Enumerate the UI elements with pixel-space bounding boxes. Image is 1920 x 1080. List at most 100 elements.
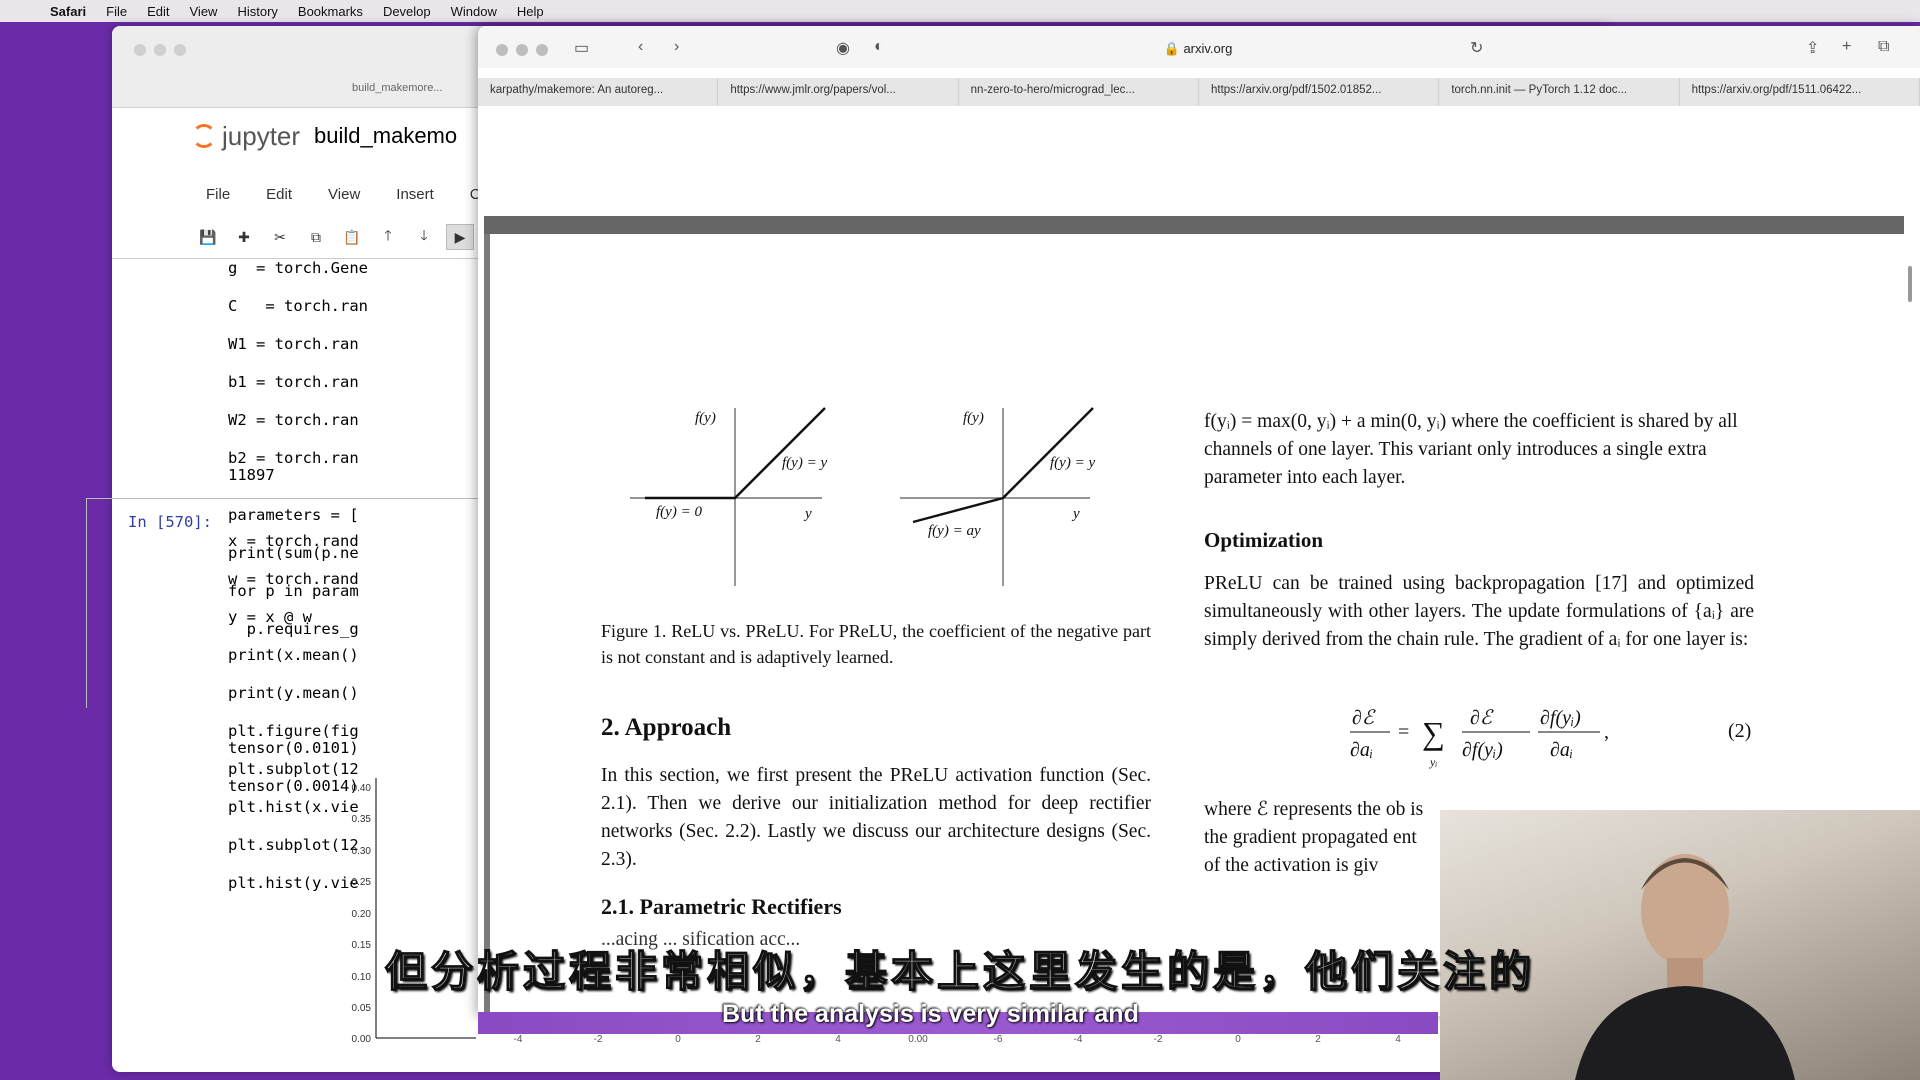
histogram-axis-overlay: -4 -2 0 2 4 0.00 -6 -4 -2 0 2 4	[478, 1034, 1438, 1052]
menu-help[interactable]: Help	[507, 4, 554, 19]
eq-glyph: ,	[1604, 721, 1609, 743]
menu-develop[interactable]: Develop	[373, 4, 441, 19]
url-text: arxiv.org	[1183, 41, 1233, 56]
hist-ytick: 0.00	[352, 1034, 372, 1045]
jupyter-header: jupyter build_makemo	[192, 110, 457, 162]
presenter-silhouette	[1575, 854, 1795, 1080]
menu-view[interactable]: View	[180, 4, 228, 19]
code-line: b1 = torch.ran	[228, 373, 359, 391]
axis-tick: -2	[593, 1034, 603, 1045]
tab-jmlr[interactable]: https://www.jmlr.org/papers/vol...	[718, 78, 959, 106]
paragraph: In this section, we first present the PR…	[601, 765, 1151, 870]
axis-tick: 2	[1315, 1034, 1321, 1045]
equation-number: (2)	[1728, 720, 1752, 742]
tab-arxiv-1511[interactable]: https://arxiv.org/pdf/1511.06422...	[1680, 78, 1920, 106]
code-line: C = torch.ran	[228, 297, 368, 315]
menu-safari[interactable]: Safari	[40, 4, 96, 19]
save-icon[interactable]: 💾	[194, 224, 222, 250]
code-line: W2 = torch.ran	[228, 411, 359, 429]
back-icon[interactable]: ‹	[638, 38, 643, 56]
move-down-icon[interactable]: 🡓	[410, 224, 438, 250]
shield-icon[interactable]: ◐	[874, 38, 884, 56]
move-up-icon[interactable]: 🡑	[374, 224, 402, 250]
axis-tick: 0	[1235, 1034, 1241, 1045]
notebook-name[interactable]: build_makemo	[314, 123, 457, 149]
eq-glyph: ∂aᵢ	[1350, 739, 1373, 761]
menu-history[interactable]: History	[227, 4, 287, 19]
minimize-dot[interactable]	[154, 44, 166, 56]
bookmarks-tabs-bar: karpathy/makemore: An autoreg... https:/…	[478, 78, 1920, 106]
axis-tick: -6	[993, 1034, 1003, 1045]
fig-label: f(y)	[963, 410, 984, 426]
jmenu-edit[interactable]: Edit	[266, 186, 292, 203]
jmenu-insert[interactable]: Insert	[396, 186, 434, 203]
new-tab-icon[interactable]: +	[1842, 38, 1851, 56]
url-bar[interactable]: 🔒 arxiv.org	[908, 36, 1488, 62]
equation-2: ∂ℰ ∂aᵢ = ∑ yᵢ ∂ℰ ∂f(yᵢ) ∂f(yᵢ) ∂aᵢ ,	[1350, 707, 1609, 769]
tab-arxiv-1502[interactable]: https://arxiv.org/pdf/1502.01852...	[1199, 78, 1440, 106]
jupyter-logo[interactable]: jupyter	[192, 121, 300, 152]
cell-prompt: In [570]:	[128, 513, 212, 531]
subtitle-english: But the analysis is very similar and	[722, 1000, 1139, 1028]
minimize-dot[interactable]	[516, 44, 528, 56]
code-line: w = torch.rand	[228, 570, 359, 588]
forward-icon[interactable]: ›	[674, 38, 679, 56]
eq-glyph: ∂f(yᵢ)	[1462, 739, 1503, 761]
paragraph: PReLU can be trained using backpropagati…	[1204, 573, 1754, 650]
fig-label: y	[803, 506, 812, 522]
jupyter-logo-icon	[192, 124, 216, 148]
hist-ytick: 0.30	[352, 846, 372, 857]
close-dot[interactable]	[134, 44, 146, 56]
fig-label: f(y) = y	[782, 455, 827, 471]
fig-label: f(y)	[695, 410, 716, 426]
tab-micrograd[interactable]: nn-zero-to-hero/micrograd_lec...	[959, 78, 1199, 106]
tab-makemore[interactable]: karpathy/makemore: An autoreg...	[478, 78, 719, 106]
hist-ytick: 0.15	[352, 940, 372, 951]
hist-ytick: 0.40	[352, 783, 372, 794]
figure-1: f(y) f(y) = y f(y) = 0 y f(y) f(y) = y f…	[630, 407, 1095, 586]
fig-label: y	[1071, 506, 1080, 522]
optimization-heading: Optimization	[1204, 528, 1323, 552]
fig-label: f(y) = ay	[928, 523, 981, 539]
password-icon[interactable]: ◉	[836, 38, 850, 58]
menu-file[interactable]: File	[96, 4, 137, 19]
menu-edit[interactable]: Edit	[137, 4, 179, 19]
tab-overview-icon[interactable]: ⧉	[1878, 38, 1889, 56]
subtitle-chinese: 但分析过程非常相似，基本上这里发生的是，他们关注的	[384, 946, 1536, 997]
menubar: Safari File Edit View History Bookmarks …	[0, 0, 1920, 22]
hist-ytick: 0.20	[352, 909, 372, 920]
sidebar-icon[interactable]: ▭	[574, 38, 589, 58]
axis-tick: 0	[675, 1034, 681, 1045]
axis-tick: -4	[513, 1034, 523, 1045]
jmenu-file[interactable]: File	[206, 186, 230, 203]
menu-bookmarks[interactable]: Bookmarks	[288, 4, 373, 19]
code-line: print(x.mean()	[228, 646, 359, 664]
menu-window[interactable]: Window	[441, 4, 507, 19]
jupyter-tab-title[interactable]: build_makemore...	[352, 82, 443, 94]
hist-ytick: 0.25	[352, 877, 372, 888]
eq-glyph: ∂ℰ	[1470, 707, 1494, 729]
tab-torch-init[interactable]: torch.nn.init — PyTorch 1.12 doc...	[1439, 78, 1680, 106]
eq-glyph: ∂aᵢ	[1550, 739, 1573, 761]
axis-tick: -2	[1153, 1034, 1163, 1045]
axis-tick: -4	[1073, 1034, 1083, 1045]
axis-tick: 4	[835, 1034, 841, 1045]
paragraph: f(yᵢ) = max(0, yᵢ) + a min(0, yᵢ) where …	[1204, 411, 1738, 488]
close-dot[interactable]	[496, 44, 508, 56]
zoom-dot[interactable]	[174, 44, 186, 56]
share-icon[interactable]: ⇪	[1806, 38, 1819, 58]
safari-toolbar: ▭ ‹ › ◉ ◐ 🔒 arxiv.org ↻ ⇪ + ⧉	[478, 26, 1920, 68]
axis-tick: 0.00	[908, 1034, 928, 1045]
code-line: W1 = torch.ran	[228, 335, 359, 353]
cell-1-output: 11897	[228, 466, 275, 484]
jmenu-view[interactable]: View	[328, 186, 360, 203]
axis-tick: 2	[755, 1034, 761, 1045]
code-line: g = torch.Gene	[228, 259, 368, 277]
scrollbar[interactable]	[1908, 266, 1912, 302]
run-icon[interactable]: ▶	[446, 224, 474, 250]
code-line: x = torch.rand	[228, 532, 359, 550]
jupyter-logo-text: jupyter	[222, 120, 301, 151]
histogram-plot: 0.40 0.35 0.30 0.25 0.20 0.15 0.10 0.05 …	[352, 778, 476, 1045]
zoom-dot[interactable]	[536, 44, 548, 56]
reload-icon[interactable]: ↻	[1470, 38, 1483, 58]
